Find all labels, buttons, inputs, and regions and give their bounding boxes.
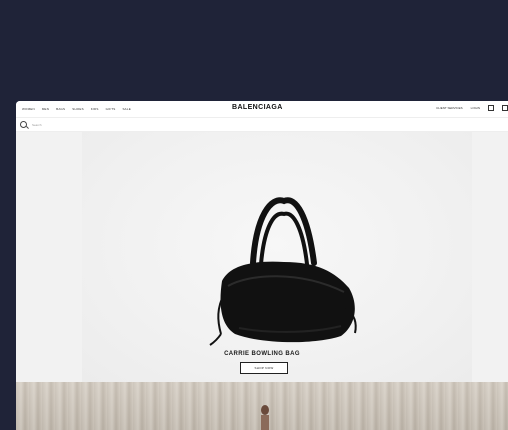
model-figure-image[interactable]: [258, 405, 272, 430]
nav-login[interactable]: LOGIN: [471, 106, 480, 110]
product-title: CARRIE BOWLING BAG: [224, 351, 300, 357]
search-icon[interactable]: [20, 121, 27, 128]
nav-item-women[interactable]: WOMEN: [22, 107, 35, 111]
account-icon[interactable]: [502, 105, 508, 111]
bag-icon[interactable]: [488, 105, 494, 111]
brand-logo[interactable]: BALENCIAGA: [232, 104, 283, 111]
nav-item-bags[interactable]: BAGS: [56, 107, 65, 111]
nav-client-services[interactable]: CLIENT SERVICES: [436, 106, 463, 110]
browser-window: WOMEN MEN BAGS SHOES KIDS GIFTS SALE BAL…: [16, 101, 508, 430]
shop-now-button[interactable]: SHOP NOW: [240, 362, 288, 374]
search-placeholder[interactable]: Search: [32, 123, 42, 127]
hero-banner: CARRIE BOWLING BAG SHOP NOW: [16, 132, 508, 382]
product-bag-image[interactable]: [204, 168, 364, 348]
nav-item-sale[interactable]: SALE: [122, 107, 130, 111]
top-navigation: WOMEN MEN BAGS SHOES KIDS GIFTS SALE BAL…: [16, 101, 508, 117]
nav-item-men[interactable]: MEN: [42, 107, 49, 111]
nav-item-gifts[interactable]: GIFTS: [106, 107, 116, 111]
nav-item-kids[interactable]: KIDS: [91, 107, 99, 111]
nav-right: CLIENT SERVICES LOGIN: [436, 105, 508, 111]
nav-left: WOMEN MEN BAGS SHOES KIDS GIFTS SALE: [16, 107, 131, 111]
search-bar[interactable]: Search: [16, 117, 508, 132]
secondary-banner: [16, 382, 508, 430]
nav-item-shoes[interactable]: SHOES: [72, 107, 84, 111]
